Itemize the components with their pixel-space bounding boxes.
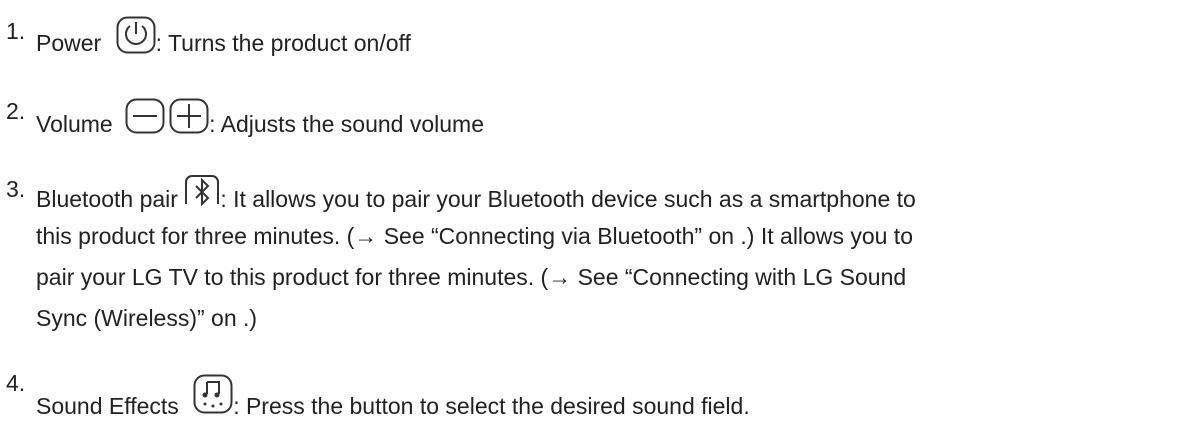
item-number: 4. <box>6 370 26 396</box>
item-label: Volume <box>36 111 113 138</box>
item-description: : Turns the product on/off <box>155 30 411 57</box>
item-description-line: Sync (Wireless)” on .) <box>36 305 258 331</box>
bluetooth-icon <box>184 174 220 212</box>
sound-effect-icon <box>193 374 233 414</box>
item-label: Power <box>36 30 102 57</box>
plus-icon <box>169 98 209 134</box>
item-description-line: pair your LG TV to this product for thre… <box>36 264 907 290</box>
item-number: 3. <box>6 176 26 202</box>
item-label: Bluetooth pair <box>36 186 178 213</box>
item-number: 1. <box>6 18 26 44</box>
item-number: 2. <box>6 98 26 124</box>
item-description: : Press the button to select the desired… <box>233 393 750 420</box>
minus-icon <box>125 98 165 134</box>
item-label: Sound Effects <box>36 393 179 420</box>
item-description-line: : It allows you to pair your Bluetooth d… <box>220 186 916 213</box>
item-description-line: this product for three minutes. (→ See “… <box>36 223 913 249</box>
item-description: : Adjusts the sound volume <box>209 111 484 138</box>
power-icon <box>116 16 156 54</box>
